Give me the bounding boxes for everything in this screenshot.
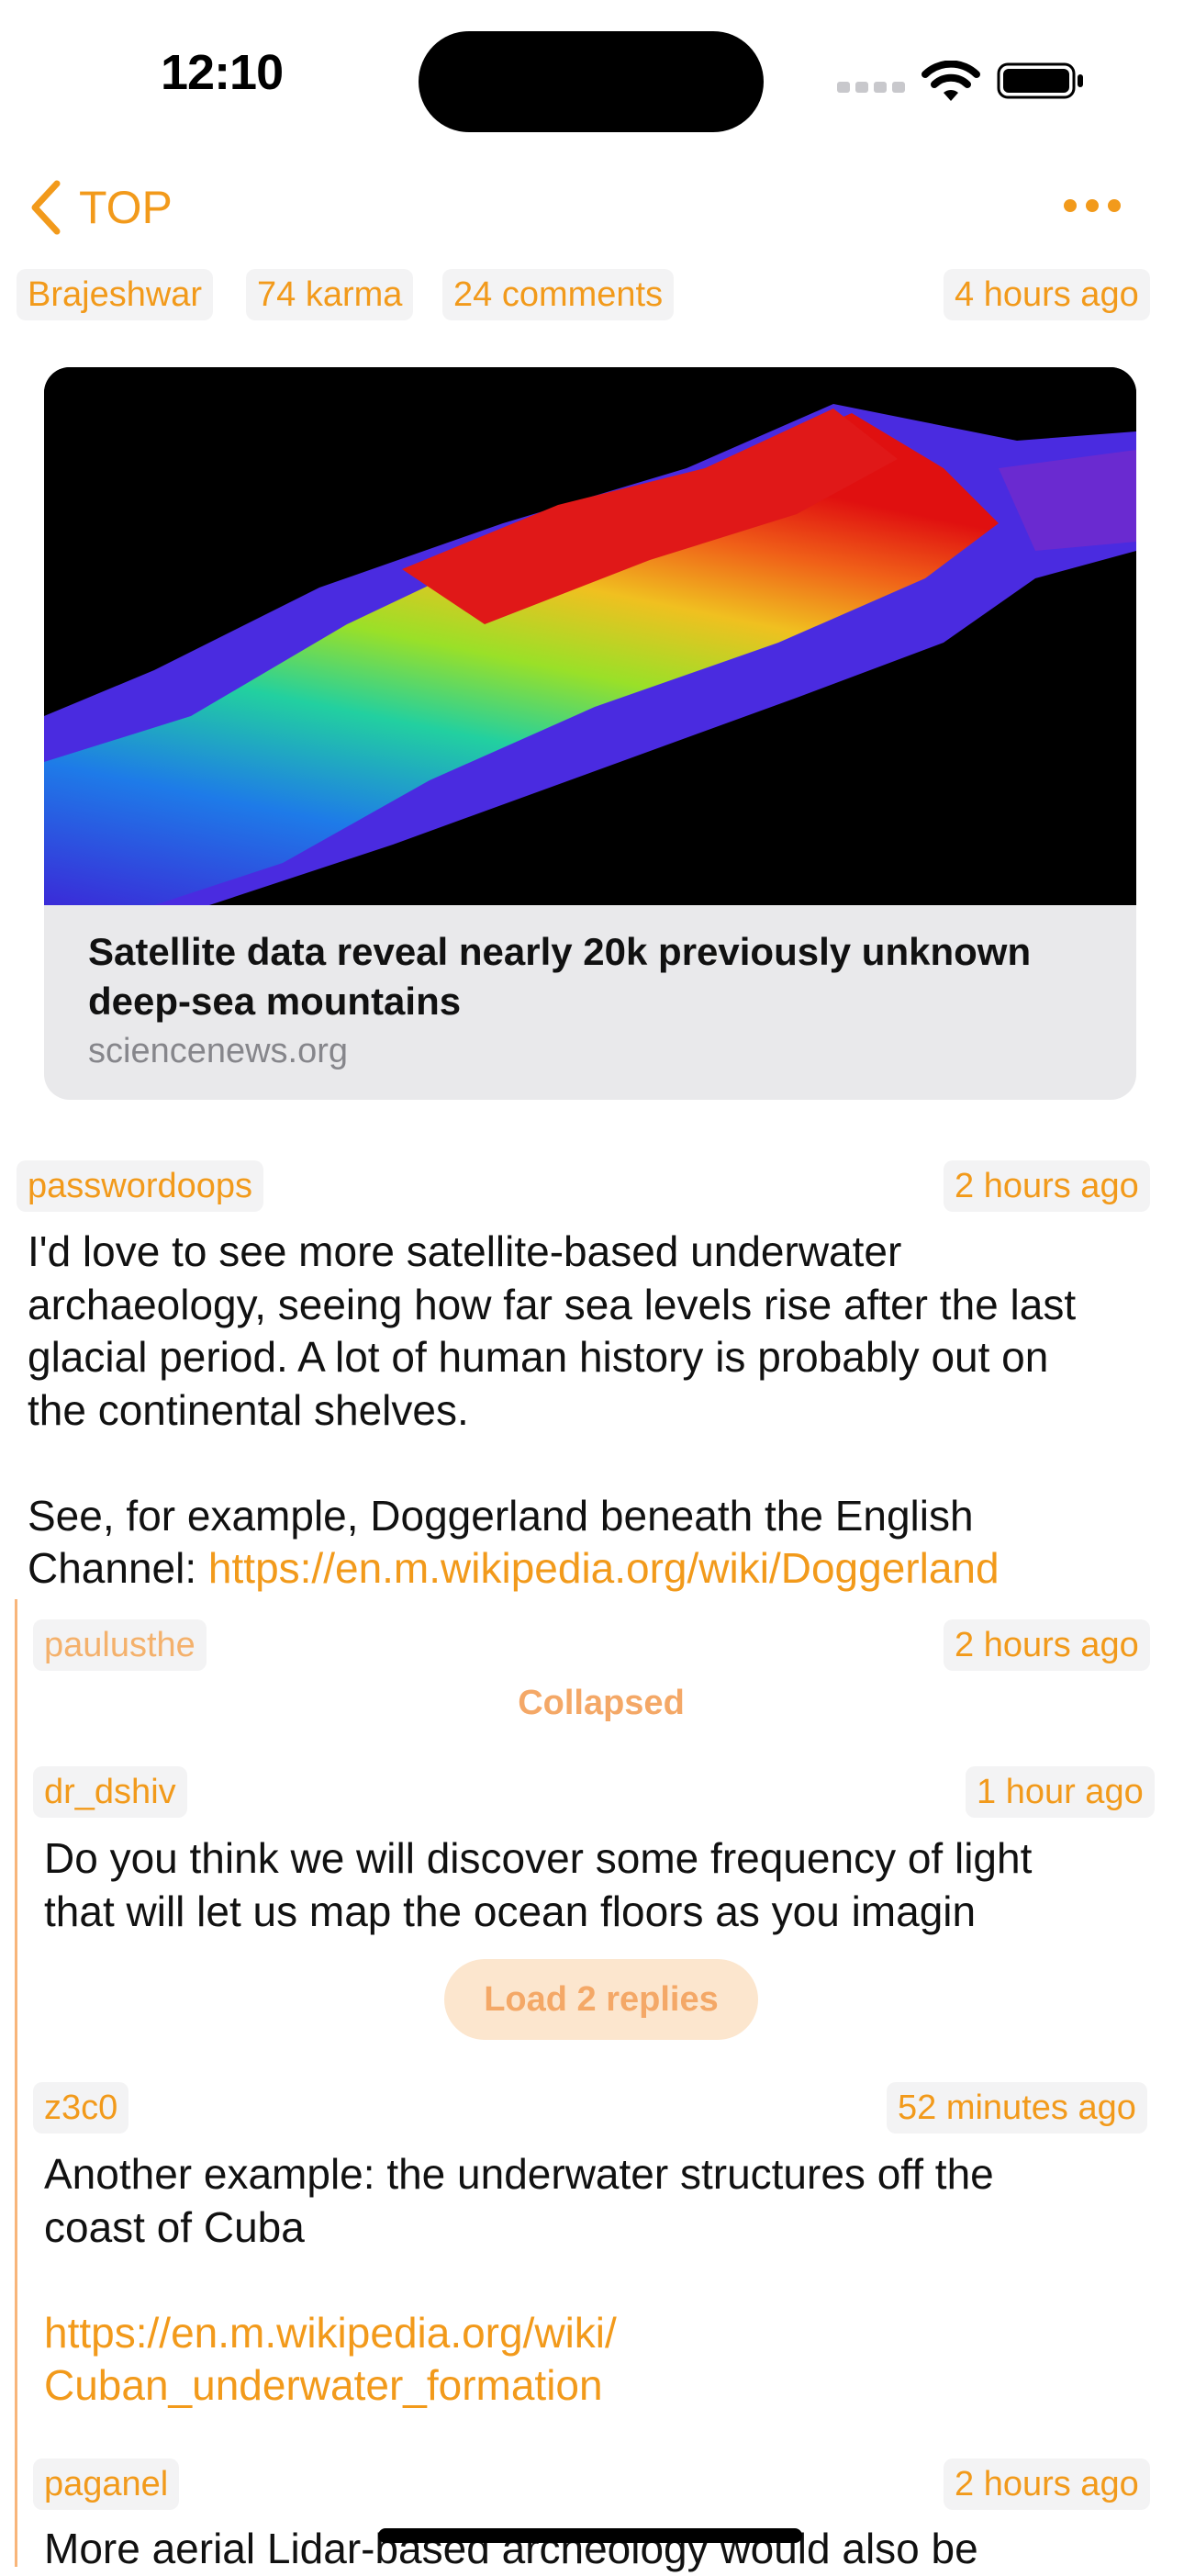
status-time: 12:10	[161, 45, 284, 100]
post-author-tag[interactable]: Brajeshwar	[17, 269, 214, 320]
load-replies-button[interactable]: Load 2 replies	[444, 1959, 758, 2040]
dynamic-island	[419, 31, 764, 132]
link-preview-image	[44, 367, 1136, 905]
comment-age-tag: 52 minutes ago	[887, 2082, 1147, 2134]
chevron-left-icon	[31, 180, 61, 235]
comment-age-tag: 2 hours ago	[944, 2458, 1150, 2510]
battery-icon	[997, 62, 1083, 99]
comment-body: Do you think we will discover some frequ…	[44, 1834, 1033, 1935]
link-domain: sciencenews.org	[88, 1032, 349, 1070]
post-age-tag: 4 hours ago	[944, 269, 1150, 320]
comment-body: I'd love to see more satellite-based und…	[28, 1227, 1077, 1592]
home-indicator[interactable]	[378, 2528, 802, 2543]
thread-indent-line	[15, 1599, 17, 2567]
link-title: Satellite data reveal nearly 20k previou…	[88, 930, 1032, 1023]
comment-body: Another example: the underwater structur…	[44, 2148, 1166, 2413]
comment-author-tag[interactable]: passwordoops	[17, 1160, 264, 1212]
wifi-icon	[922, 61, 980, 101]
comment-age-tag: 2 hours ago	[944, 1619, 1150, 1671]
cellular-signal-icon	[837, 81, 910, 97]
post-karma-tag: 74 karma	[246, 269, 414, 320]
link-preview-card[interactable]: Satellite data reveal nearly 20k previou…	[44, 367, 1136, 1100]
post-comments-tag: 24 comments	[442, 269, 675, 320]
comment-author-tag[interactable]: paulusthe	[33, 1619, 207, 1671]
comment-link[interactable]: https://en.m.wikipedia.org/wiki/ Cuban_u…	[44, 2307, 1166, 2413]
comment-age-tag: 2 hours ago	[944, 1160, 1150, 1212]
back-button[interactable]: TOP	[29, 180, 173, 235]
comment-author-tag[interactable]: paganel	[33, 2458, 180, 2510]
comment-link[interactable]: https://en.m.wikipedia.org/wiki/Doggerla…	[208, 1544, 1000, 1592]
collapsed-indicator[interactable]: Collapsed	[0, 1684, 1184, 1723]
comment-age-tag: 1 hour ago	[966, 1766, 1155, 1818]
comment-author-tag[interactable]: dr_dshiv	[33, 1766, 187, 1818]
more-options-icon[interactable]	[1063, 196, 1122, 215]
back-label: TOP	[79, 182, 173, 233]
comment-author-tag[interactable]: z3c0	[33, 2082, 129, 2134]
